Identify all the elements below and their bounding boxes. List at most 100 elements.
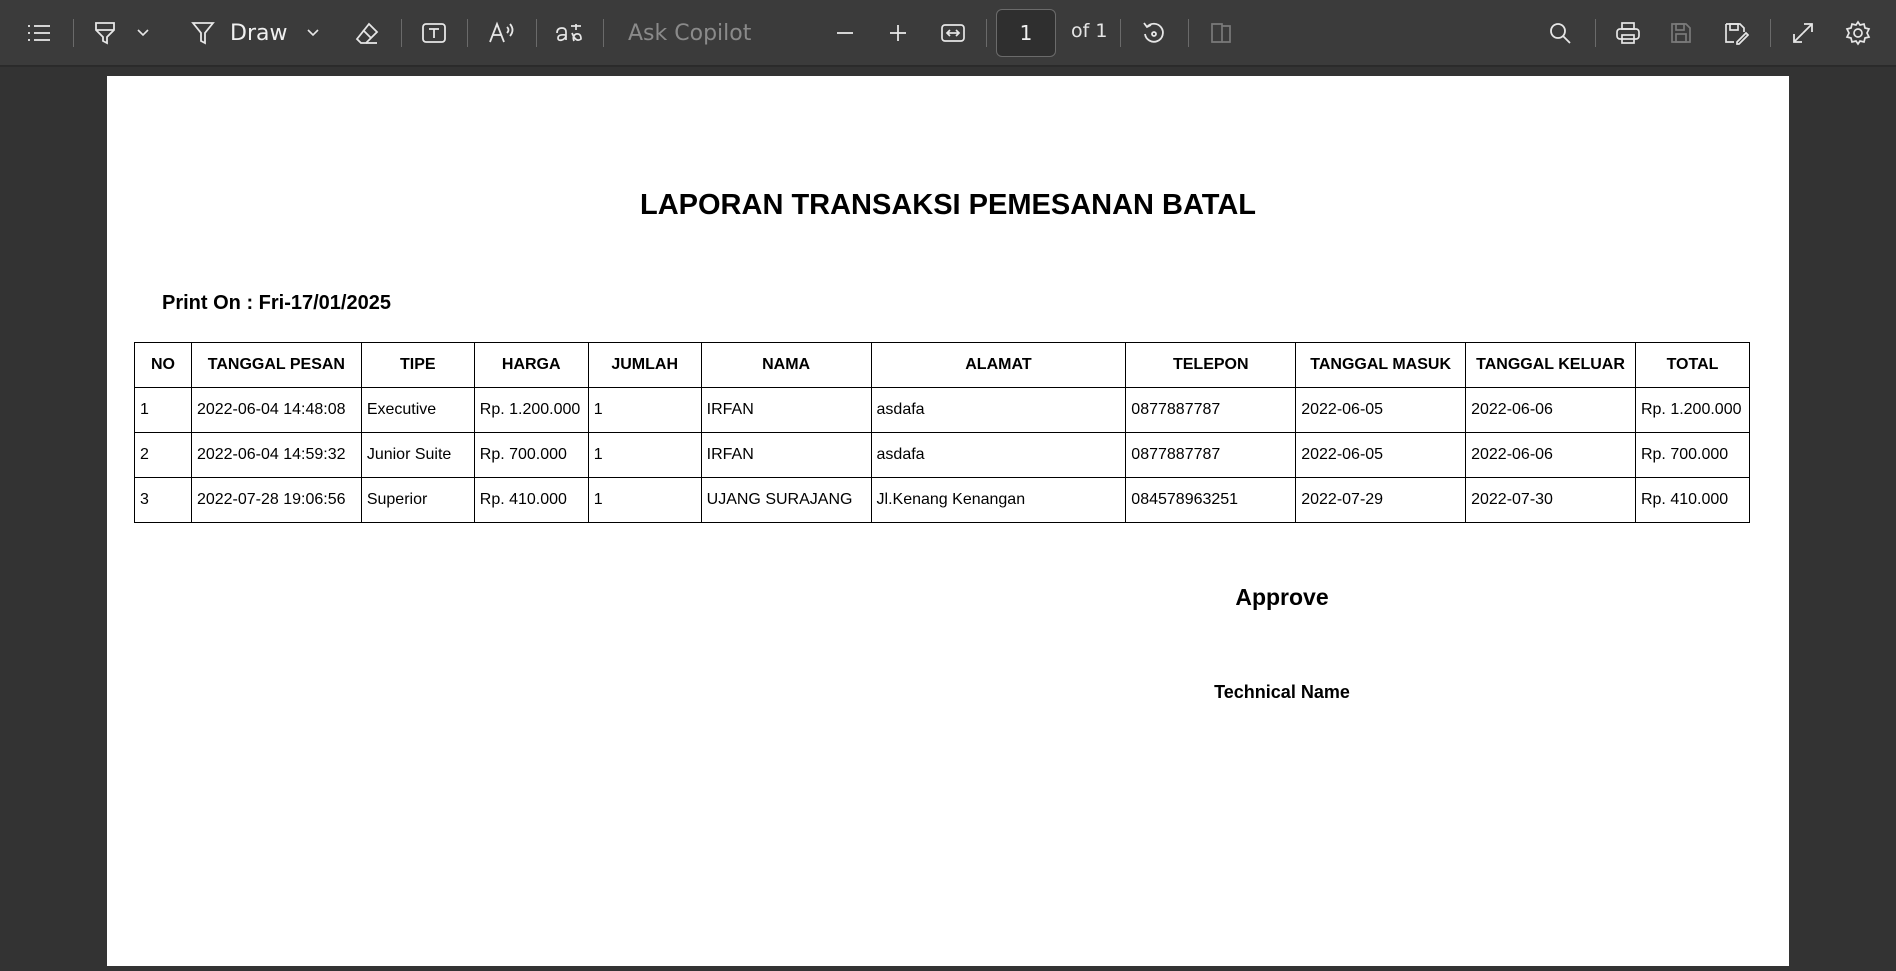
table-cell: Rp. 1.200.000 bbox=[1634, 387, 1751, 433]
toolbar-separator bbox=[986, 19, 987, 47]
table-cell: 2022-06-05 bbox=[1295, 432, 1467, 478]
highlighter-icon bbox=[93, 20, 117, 46]
pdf-page: LAPORAN TRANSAKSI PEMESANAN BATAL Print … bbox=[107, 76, 1789, 966]
table-cell: 1 bbox=[587, 387, 702, 433]
zoom-out-button[interactable] bbox=[827, 13, 863, 53]
save-as-button[interactable] bbox=[1718, 13, 1754, 53]
table-cell: 2022-06-04 14:48:08 bbox=[190, 387, 362, 433]
table-cell: Rp. 1.200.000 bbox=[473, 387, 589, 433]
contents-icon bbox=[26, 23, 52, 43]
column-header: TIPE bbox=[360, 342, 475, 388]
column-header: NAMA bbox=[700, 342, 872, 388]
table-header-row: NO TANGGAL PESAN TIPE HARGA JUMLAH NAMA … bbox=[134, 342, 1751, 388]
fullscreen-icon bbox=[1791, 21, 1815, 45]
table-cell: 1 bbox=[134, 387, 192, 433]
table-cell: Rp. 700.000 bbox=[1634, 432, 1751, 478]
table-cell: 0877887787 bbox=[1125, 432, 1297, 478]
highlight-options-dropdown[interactable] bbox=[132, 13, 154, 53]
highlight-button[interactable] bbox=[88, 13, 122, 53]
erase-button[interactable] bbox=[350, 13, 384, 53]
ask-copilot-label: Ask Copilot bbox=[628, 20, 752, 46]
table-cell: 3 bbox=[134, 477, 192, 523]
table-cell: asdafa bbox=[870, 432, 1127, 478]
transaction-table: NO TANGGAL PESAN TIPE HARGA JUMLAH NAMA … bbox=[134, 342, 1751, 523]
print-icon bbox=[1615, 21, 1641, 45]
table-cell: 2022-06-05 bbox=[1295, 387, 1467, 433]
print-on-date: Print On : Fri-17/01/2025 bbox=[162, 292, 391, 314]
column-header: ALAMAT bbox=[870, 342, 1127, 388]
toolbar-separator bbox=[1120, 19, 1121, 47]
column-header: TOTAL bbox=[1634, 342, 1751, 388]
approve-label: Approve bbox=[1235, 584, 1329, 610]
fit-width-icon bbox=[940, 22, 966, 44]
zoom-in-icon bbox=[888, 23, 908, 43]
save-as-icon bbox=[1723, 21, 1749, 45]
table-cell: 2022-07-30 bbox=[1465, 477, 1636, 523]
chevron-down-icon bbox=[306, 28, 320, 38]
table-cell: Jl.Kenang Kenangan bbox=[870, 477, 1127, 523]
translate-button[interactable] bbox=[552, 13, 586, 53]
toolbar-separator bbox=[467, 19, 468, 47]
save-icon bbox=[1669, 21, 1693, 45]
page-number-input[interactable]: 1 bbox=[996, 9, 1056, 57]
table-cell: 2022-06-04 14:59:32 bbox=[190, 432, 362, 478]
page-view-button[interactable] bbox=[1203, 13, 1239, 53]
settings-icon bbox=[1845, 20, 1871, 46]
table-cell: asdafa bbox=[870, 387, 1127, 433]
table-cell: IRFAN bbox=[700, 432, 872, 478]
column-header: TELEPON bbox=[1125, 342, 1297, 388]
technical-name-label: Technical Name bbox=[1214, 682, 1350, 702]
table-cell: 084578963251 bbox=[1125, 477, 1297, 523]
column-header: NO bbox=[134, 342, 192, 388]
toolbar-separator bbox=[1188, 19, 1189, 47]
table-cell: 2022-07-29 bbox=[1295, 477, 1467, 523]
rotate-icon bbox=[1141, 20, 1167, 46]
table-cell: 2022-06-06 bbox=[1465, 387, 1636, 433]
column-header: TANGGAL MASUK bbox=[1295, 342, 1467, 388]
table-cell: 2022-06-06 bbox=[1465, 432, 1636, 478]
search-button[interactable] bbox=[1542, 13, 1578, 53]
table-cell: 2 bbox=[134, 432, 192, 478]
translate-icon bbox=[554, 21, 584, 45]
toolbar-separator bbox=[1770, 19, 1771, 47]
zoom-in-button[interactable] bbox=[880, 13, 916, 53]
table-row: 3 2022-07-28 19:06:56 Superior Rp. 410.0… bbox=[134, 477, 1751, 523]
report-title: LAPORAN TRANSAKSI PEMESANAN BATAL bbox=[640, 189, 1256, 221]
rotate-button[interactable] bbox=[1136, 13, 1172, 53]
contents-button[interactable] bbox=[20, 13, 58, 53]
settings-button[interactable] bbox=[1840, 13, 1876, 53]
fullscreen-button[interactable] bbox=[1785, 13, 1821, 53]
table-cell: Rp. 700.000 bbox=[473, 432, 589, 478]
save-button[interactable] bbox=[1663, 13, 1699, 53]
table-cell: Junior Suite bbox=[360, 432, 475, 478]
draw-button[interactable]: Draw bbox=[190, 13, 287, 53]
table-row: 1 2022-06-04 14:48:08 Executive Rp. 1.20… bbox=[134, 387, 1751, 433]
search-icon bbox=[1548, 21, 1572, 45]
table-cell: 1 bbox=[587, 432, 702, 478]
zoom-out-icon bbox=[835, 23, 855, 43]
read-aloud-button[interactable] bbox=[484, 13, 520, 53]
table-cell: Rp. 410.000 bbox=[473, 477, 589, 523]
table-cell: IRFAN bbox=[700, 387, 872, 433]
draw-pen-icon bbox=[190, 20, 216, 46]
toolbar-separator bbox=[536, 19, 537, 47]
table-cell: Superior bbox=[360, 477, 475, 523]
print-button[interactable] bbox=[1610, 13, 1646, 53]
draw-options-dropdown[interactable] bbox=[302, 13, 324, 53]
column-header: TANGGAL KELUAR bbox=[1465, 342, 1636, 388]
column-header: HARGA bbox=[473, 342, 589, 388]
text-box-icon bbox=[421, 21, 447, 45]
read-aloud-icon bbox=[488, 21, 516, 45]
page-count-label: of 1 bbox=[1071, 20, 1108, 42]
table-cell: 0877887787 bbox=[1125, 387, 1297, 433]
toolbar-separator bbox=[603, 19, 604, 47]
table-cell: Rp. 410.000 bbox=[1634, 477, 1751, 523]
toolbar-separator bbox=[73, 19, 74, 47]
ask-copilot-button[interactable]: Ask Copilot bbox=[620, 13, 770, 53]
fit-to-width-button[interactable] bbox=[935, 13, 971, 53]
eraser-icon bbox=[354, 21, 380, 45]
document-viewer[interactable]: LAPORAN TRANSAKSI PEMESANAN BATAL Print … bbox=[0, 67, 1896, 971]
add-text-button[interactable] bbox=[417, 13, 451, 53]
page-view-icon bbox=[1208, 21, 1234, 45]
pdf-toolbar: Draw Ask Copilot 1 of 1 bbox=[0, 0, 1896, 66]
